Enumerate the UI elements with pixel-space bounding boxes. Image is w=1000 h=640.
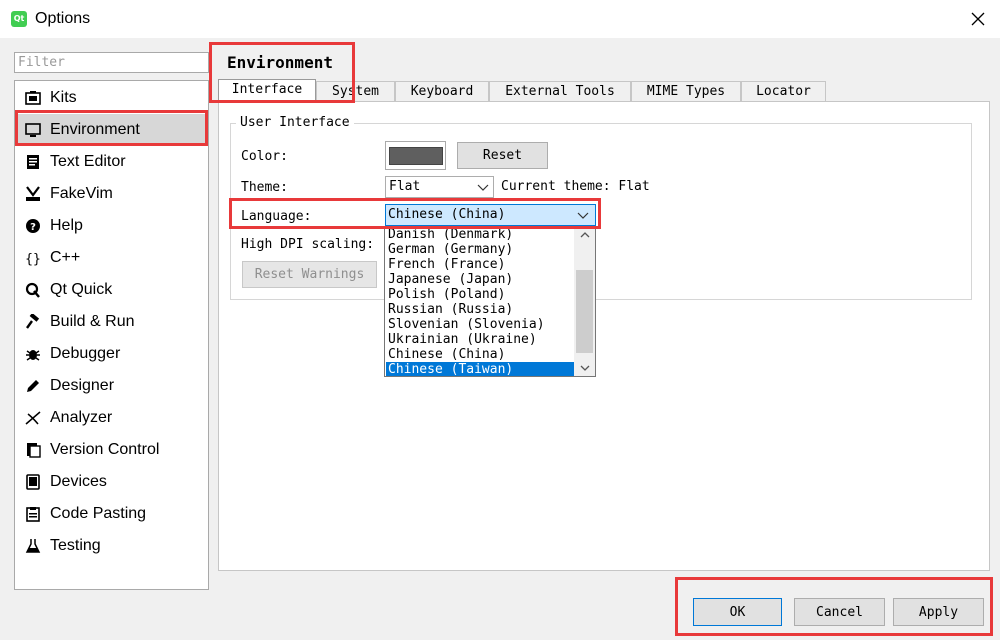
svg-text:?: ?: [30, 222, 36, 233]
language-option[interactable]: Slovenian (Slovenia): [386, 317, 575, 332]
language-option[interactable]: Chinese (China): [386, 347, 575, 362]
clipboard-icon: [23, 504, 43, 524]
theme-select[interactable]: Flat: [385, 176, 494, 198]
sidebar-item-help[interactable]: ? Help: [16, 210, 207, 242]
text-editor-icon: [23, 152, 43, 172]
close-button[interactable]: [955, 0, 1000, 38]
sidebar-item-label: Designer: [50, 377, 115, 394]
language-option[interactable]: German (Germany): [386, 242, 575, 257]
version-control-icon: [23, 440, 43, 460]
sidebar-item-label: FakeVim: [50, 185, 113, 202]
scroll-down-arrow[interactable]: [574, 360, 595, 376]
sidebar-item-label: Version Control: [50, 441, 160, 458]
qt-app-icon: Qt: [11, 11, 27, 27]
sidebar-item-text-editor[interactable]: Text Editor: [16, 146, 207, 178]
reset-warnings-label: Reset Warnings: [254, 267, 365, 282]
chevron-down-icon: [477, 184, 489, 191]
title-bar: Qt Options: [0, 0, 1000, 38]
chevron-down-icon: [580, 365, 589, 371]
sidebar-item-label: Devices: [50, 473, 107, 490]
reset-warnings-button[interactable]: Reset Warnings: [242, 261, 377, 288]
help-icon: ?: [23, 216, 43, 236]
kits-icon: [23, 88, 43, 108]
scrollbar-thumb[interactable]: [576, 270, 593, 353]
language-option[interactable]: French (France): [386, 257, 575, 272]
high-dpi-label: High DPI scaling:: [241, 237, 375, 252]
theme-label: Theme:: [241, 180, 288, 195]
sidebar-item-label: Build & Run: [50, 313, 135, 330]
language-option[interactable]: Ukrainian (Ukraine): [386, 332, 575, 347]
dropdown-scrollbar[interactable]: [574, 227, 595, 376]
color-swatch: [388, 146, 443, 165]
highlight-box-buttons: [675, 577, 993, 636]
tab-locator[interactable]: Locator: [741, 81, 826, 102]
devices-icon: [23, 472, 43, 492]
chevron-up-icon: [580, 232, 589, 238]
sidebar-item-label: Code Pasting: [50, 505, 147, 522]
sidebar-item-cpp[interactable]: {} C++: [16, 242, 207, 274]
sidebar-item-designer[interactable]: Designer: [16, 370, 207, 402]
language-option[interactable]: Danish (Denmark): [386, 227, 575, 242]
sidebar-item-devices[interactable]: Devices: [16, 466, 207, 498]
qt-quick-icon: [23, 280, 43, 300]
current-theme-text: Current theme: Flat: [501, 179, 650, 194]
highlight-box-language: [229, 198, 601, 229]
language-option[interactable]: Polish (Poland): [386, 287, 575, 302]
sidebar-item-build-run[interactable]: Build & Run: [16, 306, 207, 338]
analyzer-icon: [23, 408, 43, 428]
group-title: User Interface: [236, 115, 354, 130]
sidebar-item-version-control[interactable]: Version Control: [16, 434, 207, 466]
highlight-box-environment: [15, 110, 208, 146]
sidebar-item-fakevim[interactable]: FakeVim: [16, 178, 207, 210]
sidebar-item-qt-quick[interactable]: Qt Quick: [16, 274, 207, 306]
sidebar-item-label: Qt Quick: [50, 281, 113, 298]
hammer-icon: [23, 312, 43, 332]
filter-input[interactable]: [14, 52, 209, 73]
language-option-highlighted[interactable]: Chinese (Taiwan): [386, 362, 575, 376]
interface-panel: User Interface Color: Reset Theme: Flat …: [218, 101, 990, 571]
color-picker-button[interactable]: [385, 141, 446, 170]
window-title: Options: [35, 10, 91, 27]
language-option[interactable]: Japanese (Japan): [386, 272, 575, 287]
sidebar-item-testing[interactable]: Testing: [16, 530, 207, 562]
sidebar-item-label: Text Editor: [50, 153, 126, 170]
svg-text:{}: {}: [25, 252, 41, 266]
color-label: Color:: [241, 149, 288, 164]
fakevim-icon: [23, 184, 43, 204]
tab-external-tools[interactable]: External Tools: [489, 81, 631, 102]
language-dropdown-list: Danish (Denmark) German (Germany) French…: [384, 226, 596, 377]
tab-mime-types[interactable]: MIME Types: [631, 81, 741, 102]
tab-keyboard[interactable]: Keyboard: [395, 81, 489, 102]
category-sidebar: Kits Environment Text Editor FakeVim ? H…: [14, 80, 209, 590]
sidebar-item-label: Kits: [50, 89, 77, 106]
sidebar-item-label: C++: [50, 249, 81, 266]
scroll-up-arrow[interactable]: [574, 227, 595, 243]
sidebar-item-code-pasting[interactable]: Code Pasting: [16, 498, 207, 530]
braces-icon: {}: [23, 248, 43, 268]
language-option[interactable]: Russian (Russia): [386, 302, 575, 317]
sidebar-item-debugger[interactable]: Debugger: [16, 338, 207, 370]
bug-icon: [23, 344, 43, 364]
close-icon: [971, 12, 984, 26]
highlight-box-page-title: [209, 42, 355, 103]
sidebar-item-label: Testing: [50, 537, 101, 554]
pencil-icon: [23, 376, 43, 396]
flask-icon: [23, 536, 43, 556]
sidebar-item-label: Help: [50, 217, 83, 234]
reset-color-button[interactable]: Reset: [457, 142, 548, 169]
sidebar-item-label: Analyzer: [50, 409, 113, 426]
reset-button-label: Reset: [482, 148, 523, 163]
sidebar-item-analyzer[interactable]: Analyzer: [16, 402, 207, 434]
theme-value: Flat: [389, 179, 421, 194]
sidebar-item-label: Debugger: [50, 345, 121, 362]
